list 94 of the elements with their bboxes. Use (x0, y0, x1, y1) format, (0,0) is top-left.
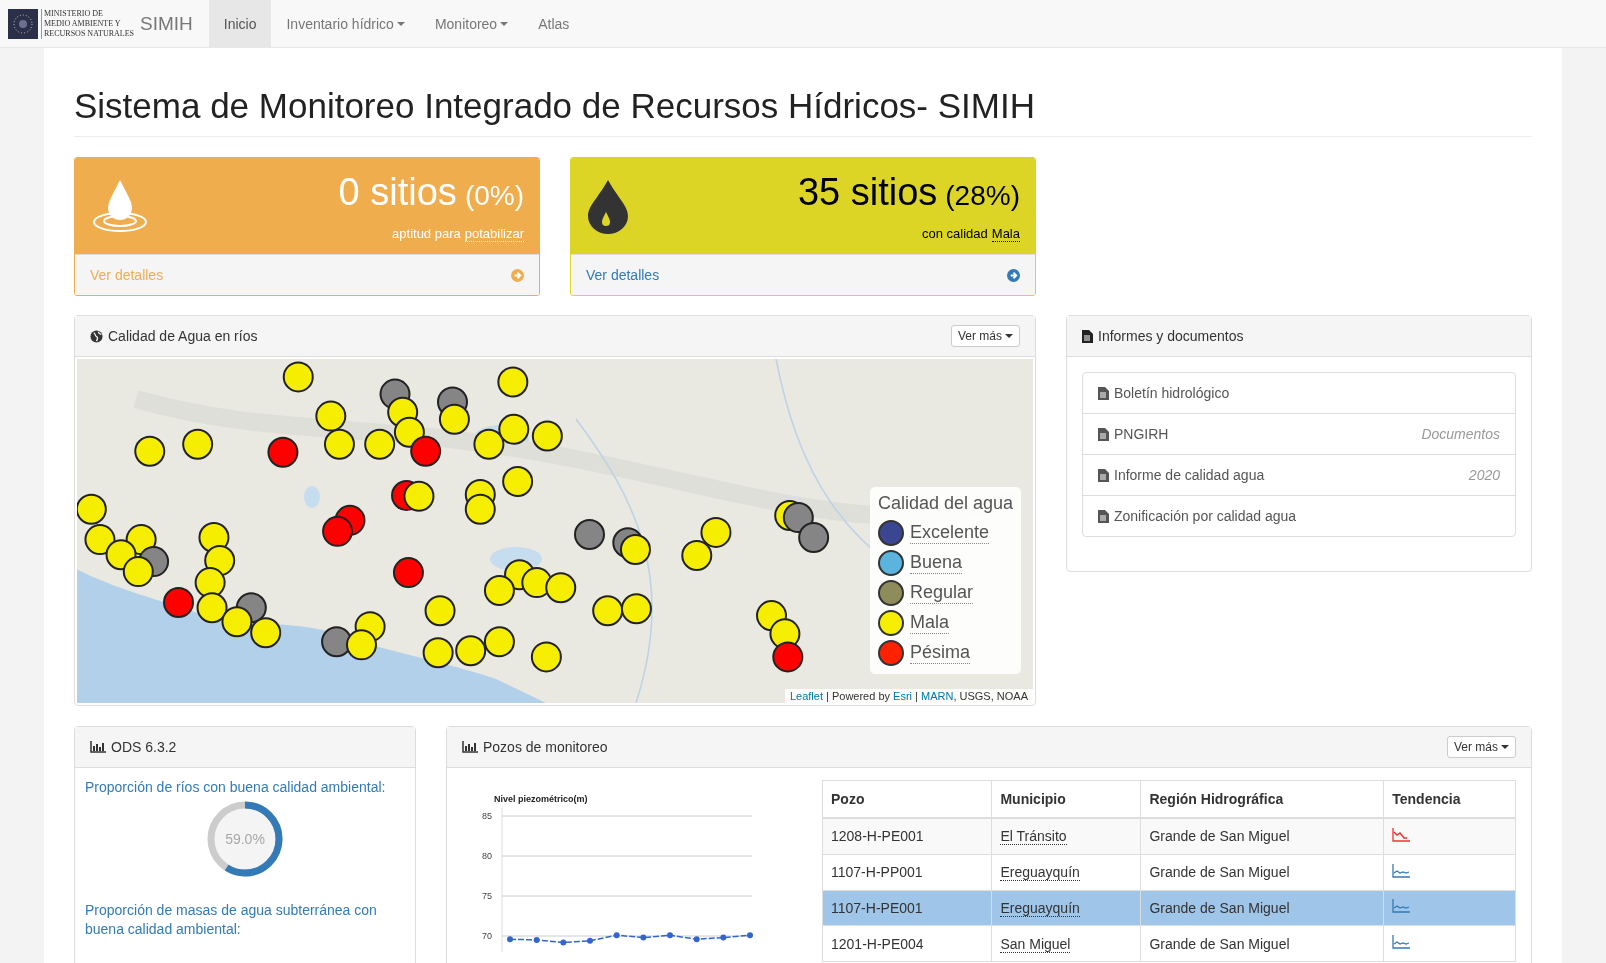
table-cell: Grande de San Miguel (1140, 818, 1384, 855)
chart-title: Nivel piezométrico(m) (494, 794, 588, 804)
document-title: Boletín hidrológico (1114, 385, 1230, 401)
map-attribution: Leaflet | Powered by Esri | MARN, USGS, NOAA (784, 689, 1033, 703)
y-tick-label: 85 (482, 811, 492, 821)
y-tick-label: 70 (482, 931, 492, 941)
details-link[interactable]: Ver detalles (571, 254, 1035, 295)
data-point (747, 932, 753, 939)
arrow-circle-icon (511, 268, 524, 282)
data-point (613, 932, 620, 939)
y-tick-label: 80 (482, 851, 492, 861)
data-point (560, 939, 567, 946)
municipality-link: Ereguayquín (1000, 864, 1080, 882)
card-caption: con calidad (922, 225, 988, 242)
trend-down-icon[interactable] (1392, 827, 1411, 842)
nav-link[interactable]: Monitoreo (419, 0, 524, 47)
quality-term: potabilizar (464, 225, 524, 242)
water-drop-icon (90, 178, 150, 234)
document-link[interactable]: Boletín hidrológico (1083, 373, 1515, 414)
bar-chart-icon (462, 741, 478, 753)
document-title: Zonificación por calidad agua (1114, 508, 1297, 524)
document-icon (1098, 468, 1109, 482)
legend-label: Regular (909, 582, 973, 604)
table-cell: Grande de San Miguel (1140, 890, 1384, 926)
document-title: PNGIRH (1114, 426, 1169, 442)
data-point (507, 936, 513, 943)
gauge-value: 59.0% (225, 831, 265, 847)
document-note: Documentos (1421, 426, 1500, 442)
municipality-link: Ereguayquín (1000, 899, 1080, 917)
municipality-link: San Miguel (1000, 935, 1071, 953)
panel-title: ODS 6.3.2 (111, 739, 177, 755)
y-tick-label: 75 (482, 891, 492, 901)
table-row[interactable]: 1208-H-PE001 El Tránsito Grande de San Miguel (822, 818, 1516, 855)
table-row[interactable]: 1107-H-PE001 Ereguayquín Grande de San Miguel (822, 890, 1516, 926)
data-point (720, 934, 727, 941)
ministry-name: MINISTERIO DE MEDIO AMBIENTE Y RECURSOS NATURALES (41, 8, 134, 39)
caret-icon (1501, 745, 1509, 749)
municipality-link: El Tránsito (1000, 828, 1067, 846)
table-cell: 1201-H-PE004 (822, 925, 992, 962)
trend-line-icon[interactable] (1392, 899, 1411, 914)
attribution-link[interactable]: Esri (893, 690, 913, 702)
legend-title: Calidad del agua (877, 493, 1013, 514)
table-row[interactable]: 1107-H-PP001 Ereguayquín Grande de San Miguel (822, 854, 1516, 890)
site-count: 35 sitios (797, 170, 938, 213)
document-link[interactable]: Informe de calidad agua 2020 (1083, 455, 1515, 496)
page-title: Sistema de Monitoreo Integrado de Recursos Hídricos- SIMIH (74, 48, 1532, 137)
document-icon (1098, 427, 1109, 441)
document-icon (1098, 509, 1109, 523)
site-count: 0 sitios (338, 170, 457, 213)
more-dropdown-button[interactable]: Ver más (951, 325, 1020, 347)
data-point (587, 937, 593, 944)
nav-link[interactable]: Atlas (523, 0, 585, 47)
table-row[interactable]: 1201-H-PE004 San Miguel Grande de San Miguel (822, 925, 1516, 962)
table-cell: 1107-H-PE001 (822, 890, 992, 926)
site-percent: (0%) (464, 179, 524, 211)
trend-line-icon[interactable] (1392, 863, 1411, 878)
caret-icon (1005, 334, 1013, 338)
card-caption: aptitud para (392, 225, 461, 242)
table-cell: Grande de San Miguel (1140, 925, 1384, 962)
nav-link[interactable]: Inventario hídrico (271, 0, 420, 47)
brand-link[interactable]: SIMIH (134, 0, 209, 47)
data-point (533, 937, 540, 943)
document-icon (1098, 386, 1109, 400)
table-cell: 1208-H-PE001 (822, 818, 992, 855)
panel-title: Informes y documentos (1098, 328, 1244, 344)
document-note: 2020 (1468, 467, 1500, 483)
data-point (640, 934, 647, 941)
document-link[interactable]: Zonificación por calidad agua (1083, 496, 1515, 536)
water-drop-icon (586, 178, 630, 234)
indicator-label: Proporción de ríos con buena calidad ambiental: (85, 778, 387, 797)
nav-link[interactable]: Inicio (208, 0, 272, 47)
trend-line-icon[interactable] (1392, 935, 1411, 950)
indicator-label: Proporción de masas de agua subterránea con buena calidad ambiental: (85, 901, 378, 939)
table-cell: 1107-H-PP001 (822, 854, 992, 890)
quality-term: Mala (991, 225, 1020, 242)
globe-icon (90, 329, 103, 343)
emblem-icon (8, 8, 38, 39)
panel-title: Pozos de monitoreo (483, 739, 608, 755)
table-cell: Grande de San Miguel (1140, 854, 1384, 890)
site-percent: (28%) (945, 179, 1020, 211)
document-link[interactable]: PNGIRH Documentos (1083, 414, 1515, 455)
document-title: Informe de calidad agua (1114, 467, 1265, 483)
legend-label: Mala (909, 612, 949, 634)
arrow-circle-icon (1007, 268, 1020, 282)
legend-label: Pésima (909, 642, 970, 664)
panel-title: Calidad de Agua en ríos (108, 328, 258, 344)
attribution-link[interactable]: Leaflet (789, 690, 823, 702)
document-icon (1082, 329, 1093, 343)
bar-chart-icon (90, 741, 106, 753)
more-dropdown-button[interactable]: Ver más (1447, 736, 1516, 758)
data-point (667, 932, 673, 939)
legend-label: Buena (909, 552, 962, 574)
data-point (693, 936, 700, 943)
legend-label: Excelente (909, 522, 989, 544)
